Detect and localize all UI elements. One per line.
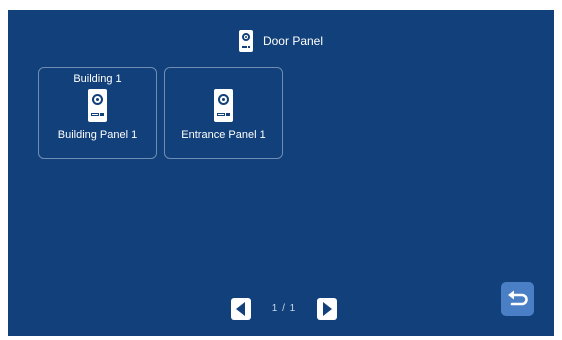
next-page-button[interactable] — [317, 298, 337, 320]
door-panel-screen: Door Panel Building 1 Building Panel 1 E… — [8, 10, 554, 336]
previous-page-button[interactable] — [231, 298, 251, 320]
tile-entrance-panel-1[interactable]: Entrance Panel 1 — [164, 67, 283, 159]
door-panel-icon — [88, 89, 107, 122]
tile-building-panel-1[interactable]: Building 1 Building Panel 1 — [38, 67, 157, 159]
page-title: Door Panel — [262, 34, 324, 48]
tile-label: Entrance Panel 1 — [181, 129, 266, 141]
pager: 1 / 1 — [8, 298, 554, 320]
back-button[interactable] — [501, 282, 534, 316]
tile-group-label: Building 1 — [73, 73, 122, 85]
tile-label: Building Panel 1 — [57, 129, 138, 141]
door-panel-icon — [214, 89, 233, 122]
door-panel-icon — [238, 30, 253, 52]
return-arrow-icon — [508, 290, 528, 306]
arrow-right-icon — [323, 302, 332, 316]
header: Door Panel — [8, 28, 554, 54]
page-indicator: 1 / 1 — [271, 303, 297, 314]
arrow-left-icon — [236, 302, 245, 316]
